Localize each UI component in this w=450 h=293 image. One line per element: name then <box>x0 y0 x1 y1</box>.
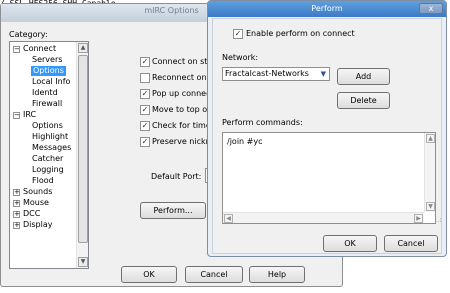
network-label: Network: <box>222 53 259 62</box>
tree-item-irc-options[interactable]: Options <box>32 121 63 131</box>
tree-item-flood[interactable]: Flood <box>32 176 54 186</box>
resize-grip-icon[interactable]: .: <box>437 216 442 224</box>
check-icon[interactable]: ✓ <box>140 89 150 99</box>
network-dropdown[interactable]: Fractalcast-Networks ▼ <box>222 67 330 81</box>
default-port-label: Default Port: <box>151 172 202 181</box>
tree-scrollbar[interactable]: ▲ ▼ <box>76 42 88 268</box>
scroll-left-arrow-icon[interactable]: ◀ <box>224 214 233 223</box>
scroll-down-arrow-icon[interactable]: ▼ <box>426 202 435 211</box>
tree-item-highlight[interactable]: Highlight <box>32 132 68 142</box>
expand-icon[interactable]: + <box>13 189 20 196</box>
perform-dialog: Perform x ✓ Enable perform on connect Ne… <box>207 0 447 257</box>
perform-cancel-button[interactable]: Cancel <box>384 235 438 252</box>
ok-button[interactable]: OK <box>121 266 177 283</box>
delete-button[interactable]: Delete <box>337 92 390 109</box>
perform-dialog-title: Perform <box>208 1 446 17</box>
popup-connect-checkbox-label[interactable]: Pop up connect <box>152 89 214 98</box>
category-label: Category: <box>9 30 48 39</box>
perform-commands-text: /join #yc <box>227 137 263 146</box>
tree-item-irc[interactable]: IRC <box>23 110 36 120</box>
perform-button[interactable]: Perform... <box>140 202 206 219</box>
check-icon[interactable]: ✓ <box>140 137 150 147</box>
connect-on-startup-checkbox-label[interactable]: Connect on sta <box>152 57 212 66</box>
perform-dialog-body: ✓ Enable perform on connect Network: Fra… <box>212 18 442 254</box>
perform-ok-button[interactable]: OK <box>323 235 377 252</box>
expand-icon[interactable]: + <box>13 222 20 229</box>
tree-item-dcc[interactable]: DCC <box>23 209 40 219</box>
scrollbar-thumb[interactable] <box>78 55 88 243</box>
add-button[interactable]: Add <box>337 68 390 85</box>
tree-item-options-selected[interactable]: Options <box>31 66 66 76</box>
scroll-up-arrow-icon[interactable]: ▲ <box>78 43 88 53</box>
dropdown-arrow-icon[interactable]: ▼ <box>321 68 326 80</box>
scroll-right-arrow-icon[interactable]: ▶ <box>414 214 423 223</box>
check-icon[interactable]: ✓ <box>140 121 150 131</box>
perform-commands-textarea[interactable]: /join #yc ▲ ▼ ◀ ▶ <box>222 132 436 224</box>
expand-icon[interactable]: + <box>13 200 20 207</box>
tree-item-identd[interactable]: Identd <box>32 88 58 98</box>
close-icon[interactable]: x <box>419 3 443 14</box>
tree-item-local-info[interactable]: Local Info <box>32 77 70 87</box>
textarea-vertical-scrollbar[interactable]: ▲ ▼ <box>424 133 435 212</box>
collapse-icon[interactable]: − <box>13 46 20 53</box>
scroll-down-arrow-icon[interactable]: ▼ <box>78 257 88 267</box>
reconnect-checkbox[interactable] <box>140 73 150 83</box>
tree-item-catcher[interactable]: Catcher <box>32 154 63 164</box>
enable-perform-checkbox-label[interactable]: Enable perform on connect <box>246 29 355 38</box>
tree-item-connect[interactable]: Connect <box>23 44 56 54</box>
expand-icon[interactable]: + <box>13 211 20 218</box>
check-icon[interactable]: ✓ <box>233 29 243 39</box>
tree-item-servers[interactable]: Servers <box>32 55 62 65</box>
tree-item-messages[interactable]: Messages <box>32 143 71 153</box>
check-icon[interactable]: ✓ <box>140 105 150 115</box>
reconnect-checkbox-label[interactable]: Reconnect on d <box>152 73 214 82</box>
cancel-button[interactable]: Cancel <box>185 266 243 283</box>
collapse-icon[interactable]: − <box>13 112 20 119</box>
category-tree[interactable]: − Connect Servers Options Local Info Ide… <box>9 41 89 269</box>
tree-item-logging[interactable]: Logging <box>32 165 64 175</box>
check-icon[interactable]: ✓ <box>140 57 150 67</box>
move-to-top-checkbox-label[interactable]: Move to top of <box>152 105 210 114</box>
tree-item-display[interactable]: Display <box>23 220 53 230</box>
tree-item-sounds[interactable]: Sounds <box>23 187 52 197</box>
tree-item-mouse[interactable]: Mouse <box>23 198 49 208</box>
scroll-up-arrow-icon[interactable]: ▲ <box>426 134 435 143</box>
perform-commands-label: Perform commands: <box>222 118 303 127</box>
textarea-horizontal-scrollbar[interactable]: ◀ ▶ <box>223 212 424 223</box>
help-button[interactable]: Help <box>249 266 305 283</box>
network-dropdown-value: Fractalcast-Networks <box>225 69 309 78</box>
tree-item-firewall[interactable]: Firewall <box>32 99 62 109</box>
